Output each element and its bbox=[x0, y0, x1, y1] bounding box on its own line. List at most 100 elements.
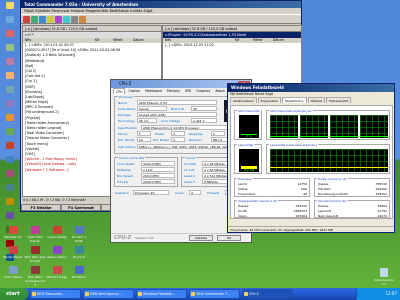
desktop-shortcut[interactable]: Media Player bbox=[2, 246, 24, 264]
pagefile-box: Lapozófájl 250 MB bbox=[234, 143, 262, 174]
tab-2[interactable]: Teljesítmény bbox=[281, 97, 307, 103]
desktop-shortcut[interactable]: Color Space bbox=[2, 266, 24, 284]
col-ext[interactable]: Kit bbox=[235, 38, 253, 43]
tab-cpu[interactable]: CPU bbox=[113, 88, 126, 94]
app-icon bbox=[6, 86, 14, 93]
taskbar-button[interactable]: Total Commander 7... bbox=[189, 289, 240, 299]
desktop-icon[interactable] bbox=[1, 128, 19, 142]
tab-3[interactable]: Hálózat bbox=[307, 97, 326, 103]
desktop-icon[interactable] bbox=[1, 86, 19, 100]
desktop-icon[interactable] bbox=[1, 142, 19, 156]
desktop-icon[interactable] bbox=[1, 100, 19, 114]
tab-memory[interactable]: Memory bbox=[165, 88, 182, 94]
desktop-icon[interactable] bbox=[1, 212, 19, 226]
tab-graphics[interactable]: Graphics bbox=[194, 88, 212, 94]
tab-0[interactable]: Alkalmazások bbox=[230, 97, 257, 103]
desktop-shortcut[interactable]: Star Wars Jedi Knight bbox=[24, 246, 46, 264]
tab-spd[interactable]: SPD bbox=[183, 88, 193, 94]
task-manager-window[interactable]: Windows Feladatkezelő Fájl Beállítások N… bbox=[227, 83, 395, 233]
refresh-icon[interactable] bbox=[23, 16, 30, 23]
desktop-icon[interactable] bbox=[1, 58, 19, 72]
app-icon bbox=[191, 292, 195, 296]
desktop-shortcut[interactable]: Opoli Stan Sodran bbox=[24, 226, 46, 244]
stat-value: 22272 bbox=[377, 214, 387, 218]
desktop-icon[interactable] bbox=[1, 16, 19, 30]
desktop-icon[interactable] bbox=[1, 198, 19, 212]
taskbar-button[interactable]: BIOS Rescuediv... bbox=[30, 289, 81, 299]
recycle-bin-icon bbox=[380, 268, 388, 277]
tab-caches[interactable]: Caches bbox=[126, 88, 142, 94]
folder-icon[interactable] bbox=[47, 16, 54, 23]
desktop-shortcut[interactable]: Star Wars Underground 3 bbox=[24, 266, 46, 287]
cores-label: Cores bbox=[175, 191, 184, 195]
stat-label: Csúcs bbox=[238, 214, 247, 218]
desktop-icon[interactable] bbox=[1, 170, 19, 184]
tab-about[interactable]: About bbox=[213, 88, 226, 94]
pagefile-history-graph bbox=[270, 149, 388, 172]
desktop-shortcut[interactable]: LK Cam 1 tahlik bbox=[68, 226, 90, 244]
clock[interactable]: 12:07 bbox=[385, 291, 397, 296]
cpu-brandid: 29 bbox=[191, 106, 217, 111]
col-size[interactable]: Méret bbox=[113, 38, 133, 43]
ext-model-label: Ext. Model bbox=[153, 138, 169, 142]
start-button[interactable]: start bbox=[0, 288, 28, 300]
desktop-icon[interactable] bbox=[1, 72, 19, 86]
view-icon[interactable] bbox=[31, 16, 38, 23]
col-size[interactable]: Méret bbox=[253, 38, 273, 43]
desktop-shortcut[interactable]: Playlists Pro bbox=[2, 226, 24, 244]
desktop-icon[interactable] bbox=[1, 114, 19, 128]
taskbar-button[interactable]: Windows Feladatk... bbox=[136, 289, 187, 299]
unpack-icon[interactable] bbox=[79, 16, 86, 23]
pack-icon[interactable] bbox=[71, 16, 78, 23]
stat-label: Korlát bbox=[238, 209, 247, 213]
tab-4[interactable]: Felhasználók bbox=[326, 97, 352, 103]
fkey-button[interactable]: F4 Szerkeszt bbox=[61, 204, 101, 211]
desktop-shortcut[interactable]: Nexus Vision bbox=[46, 246, 68, 264]
package-label: Package bbox=[118, 113, 131, 117]
selection-dropdown[interactable]: Processor #1 bbox=[133, 190, 169, 195]
shortcut-icon bbox=[8, 226, 18, 234]
cpu-usage-box: CPU-használat 0 % bbox=[234, 109, 262, 140]
fkey-button[interactable]: F3 Nézőke bbox=[21, 204, 61, 211]
desktop-icon[interactable] bbox=[1, 44, 19, 58]
cpu-ext-family: 10 bbox=[137, 137, 151, 142]
tab-1[interactable]: Folyamatok bbox=[257, 97, 281, 103]
taskbar-button[interactable]: CPU-Z bbox=[242, 289, 293, 299]
app-icon bbox=[6, 58, 14, 65]
desktop-shortcut[interactable]: Bryce 6 bbox=[68, 246, 90, 264]
app-icon bbox=[6, 72, 14, 79]
shortcut-label: LK Cam 1 tahlik bbox=[71, 235, 87, 243]
col-date[interactable]: Dátum bbox=[133, 38, 144, 43]
col-ext[interactable]: Kit bbox=[95, 38, 113, 43]
pagefile-value: 250 MB bbox=[243, 168, 255, 172]
taskbar-button[interactable]: MSN Nem kapcsol... bbox=[83, 289, 134, 299]
shortcut-icon bbox=[30, 226, 40, 234]
technology-label: Technology bbox=[118, 119, 135, 123]
search-icon[interactable] bbox=[55, 16, 62, 23]
ftp-icon[interactable] bbox=[63, 16, 70, 23]
shortcut-label: Opoli Stan Sodran bbox=[27, 235, 43, 243]
desktop-icon[interactable] bbox=[1, 30, 19, 44]
physical-memory-title: Fizikai memória (K) bbox=[317, 177, 348, 181]
desktop-shortcut[interactable]: Mirror's Edge bbox=[46, 266, 68, 284]
multiplier-label: Multiplier bbox=[117, 168, 131, 172]
recycle-bin[interactable]: Dokumentum 1.1 bbox=[372, 268, 396, 288]
desktop-shortcut[interactable]: Lavan Sdaas bbox=[46, 226, 68, 244]
desktop-shortcut[interactable]: DS Mirror bbox=[68, 266, 90, 284]
selection-label: Selection bbox=[115, 191, 129, 195]
stepping-label: Stepping bbox=[189, 132, 203, 136]
tab-mainboard[interactable]: Mainboard bbox=[143, 88, 164, 94]
stat-label: Leírók bbox=[238, 182, 248, 186]
stat-value: 48 bbox=[303, 192, 307, 196]
desktop-icon[interactable] bbox=[1, 156, 19, 170]
ok-button[interactable]: OK bbox=[217, 235, 241, 241]
desktop-icon[interactable] bbox=[1, 184, 19, 198]
details-icon[interactable] bbox=[39, 16, 46, 23]
cpu-history-graph-1 bbox=[270, 115, 298, 138]
col-date[interactable]: Dátum bbox=[273, 38, 284, 43]
shortcut-icon bbox=[74, 226, 84, 234]
file-row[interactable]: [..] <DIR> 2010.12.25 21:02 bbox=[163, 43, 301, 48]
kernel-memory-box: Kernelmemória (K) Összes 64064 Lapozott 417… bbox=[314, 199, 390, 218]
desktop-icon[interactable] bbox=[1, 2, 19, 16]
validate-button[interactable]: Validate bbox=[189, 235, 213, 241]
